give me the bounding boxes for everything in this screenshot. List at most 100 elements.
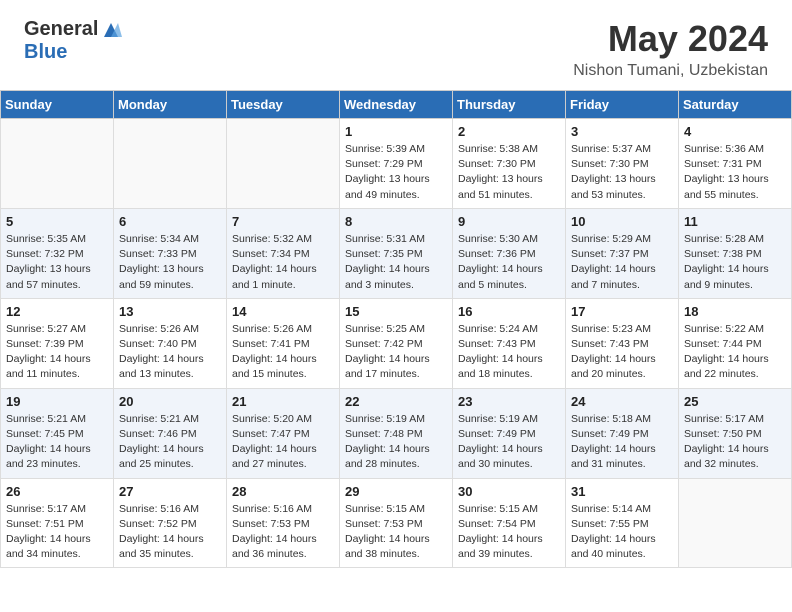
month-year-title: May 2024	[573, 18, 768, 60]
calendar-day-cell: 27 Sunrise: 5:16 AMSunset: 7:52 PMDayligh…	[114, 478, 227, 568]
day-of-week-header: Tuesday	[227, 91, 340, 119]
day-info: Sunrise: 5:24 AMSunset: 7:43 PMDaylight:…	[458, 322, 560, 383]
day-of-week-header: Friday	[566, 91, 679, 119]
day-info: Sunrise: 5:21 AMSunset: 7:46 PMDaylight:…	[119, 412, 221, 473]
calendar-day-cell	[114, 119, 227, 209]
calendar-day-cell: 4 Sunrise: 5:36 AMSunset: 7:31 PMDaylight…	[679, 119, 792, 209]
calendar-day-cell: 18 Sunrise: 5:22 AMSunset: 7:44 PMDayligh…	[679, 298, 792, 388]
calendar-week-row: 1 Sunrise: 5:39 AMSunset: 7:29 PMDaylight…	[1, 119, 792, 209]
day-info: Sunrise: 5:28 AMSunset: 7:38 PMDaylight:…	[684, 232, 786, 293]
calendar-day-cell: 22 Sunrise: 5:19 AMSunset: 7:48 PMDayligh…	[340, 388, 453, 478]
calendar-day-cell: 31Sunrise: 5:14 AMSunset: 7:55 PMDayligh…	[566, 478, 679, 568]
day-of-week-header: Wednesday	[340, 91, 453, 119]
calendar-day-cell: 16 Sunrise: 5:24 AMSunset: 7:43 PMDayligh…	[453, 298, 566, 388]
day-info: Sunrise: 5:37 AMSunset: 7:30 PMDaylight:…	[571, 142, 673, 203]
day-info: Sunrise: 5:30 AMSunset: 7:36 PMDaylight:…	[458, 232, 560, 293]
calendar-day-cell: 3 Sunrise: 5:37 AMSunset: 7:30 PMDaylight…	[566, 119, 679, 209]
day-of-week-header: Saturday	[679, 91, 792, 119]
day-number: 17	[571, 304, 673, 319]
logo: General Blue	[24, 18, 122, 64]
day-number: 15	[345, 304, 447, 319]
calendar-day-cell: 8 Sunrise: 5:31 AMSunset: 7:35 PMDaylight…	[340, 208, 453, 298]
day-number: 11	[684, 214, 786, 229]
calendar-week-row: 19Sunrise: 5:21 AMSunset: 7:45 PMDayligh…	[1, 388, 792, 478]
logo-general-text: General	[24, 18, 98, 41]
calendar-day-cell: 5 Sunrise: 5:35 AMSunset: 7:32 PMDaylight…	[1, 208, 114, 298]
logo-blue-text: Blue	[24, 41, 67, 64]
calendar-day-cell: 11 Sunrise: 5:28 AMSunset: 7:38 PMDayligh…	[679, 208, 792, 298]
calendar-day-cell: 24Sunrise: 5:18 AMSunset: 7:49 PMDayligh…	[566, 388, 679, 478]
day-number: 26	[6, 484, 108, 499]
calendar-day-cell: 30 Sunrise: 5:15 AMSunset: 7:54 PMDayligh…	[453, 478, 566, 568]
day-number: 16	[458, 304, 560, 319]
calendar-week-row: 26 Sunrise: 5:17 AMSunset: 7:51 PMDayligh…	[1, 478, 792, 568]
day-info: Sunrise: 5:23 AMSunset: 7:43 PMDaylight:…	[571, 322, 673, 383]
title-block: May 2024 Nishon Tumani, Uzbekistan	[573, 18, 768, 80]
calendar-day-cell: 10 Sunrise: 5:29 AMSunset: 7:37 PMDayligh…	[566, 208, 679, 298]
page-header: General Blue May 2024 Nishon Tumani, Uzb…	[0, 0, 792, 90]
day-number: 22	[345, 394, 447, 409]
calendar-day-cell: 26 Sunrise: 5:17 AMSunset: 7:51 PMDayligh…	[1, 478, 114, 568]
day-number: 5	[6, 214, 108, 229]
calendar-week-row: 12 Sunrise: 5:27 AMSunset: 7:39 PMDayligh…	[1, 298, 792, 388]
calendar-day-cell: 21Sunrise: 5:20 AMSunset: 7:47 PMDayligh…	[227, 388, 340, 478]
calendar-day-cell	[1, 119, 114, 209]
day-number: 28	[232, 484, 334, 499]
calendar-header-row: SundayMondayTuesdayWednesdayThursdayFrid…	[1, 91, 792, 119]
calendar-day-cell: 2 Sunrise: 5:38 AMSunset: 7:30 PMDaylight…	[453, 119, 566, 209]
day-info: Sunrise: 5:36 AMSunset: 7:31 PMDaylight:…	[684, 142, 786, 203]
day-info: Sunrise: 5:16 AMSunset: 7:53 PMDaylight:…	[232, 502, 334, 563]
day-info: Sunrise: 5:19 AMSunset: 7:49 PMDaylight:…	[458, 412, 560, 473]
calendar-day-cell: 7Sunrise: 5:32 AMSunset: 7:34 PMDaylight…	[227, 208, 340, 298]
day-info: Sunrise: 5:31 AMSunset: 7:35 PMDaylight:…	[345, 232, 447, 293]
day-info: Sunrise: 5:17 AMSunset: 7:51 PMDaylight:…	[6, 502, 108, 563]
day-of-week-header: Sunday	[1, 91, 114, 119]
day-number: 21	[232, 394, 334, 409]
calendar-table: SundayMondayTuesdayWednesdayThursdayFrid…	[0, 90, 792, 568]
day-info: Sunrise: 5:26 AMSunset: 7:41 PMDaylight:…	[232, 322, 334, 383]
calendar-day-cell: 13Sunrise: 5:26 AMSunset: 7:40 PMDayligh…	[114, 298, 227, 388]
day-info: Sunrise: 5:38 AMSunset: 7:30 PMDaylight:…	[458, 142, 560, 203]
day-info: Sunrise: 5:22 AMSunset: 7:44 PMDaylight:…	[684, 322, 786, 383]
day-number: 10	[571, 214, 673, 229]
day-number: 30	[458, 484, 560, 499]
day-info: Sunrise: 5:15 AMSunset: 7:53 PMDaylight:…	[345, 502, 447, 563]
day-info: Sunrise: 5:15 AMSunset: 7:54 PMDaylight:…	[458, 502, 560, 563]
day-info: Sunrise: 5:34 AMSunset: 7:33 PMDaylight:…	[119, 232, 221, 293]
day-info: Sunrise: 5:35 AMSunset: 7:32 PMDaylight:…	[6, 232, 108, 293]
day-number: 20	[119, 394, 221, 409]
day-number: 25	[684, 394, 786, 409]
location-subtitle: Nishon Tumani, Uzbekistan	[573, 62, 768, 80]
day-number: 3	[571, 124, 673, 139]
day-number: 8	[345, 214, 447, 229]
day-number: 23	[458, 394, 560, 409]
day-number: 18	[684, 304, 786, 319]
calendar-day-cell: 29 Sunrise: 5:15 AMSunset: 7:53 PMDayligh…	[340, 478, 453, 568]
calendar-day-cell: 14Sunrise: 5:26 AMSunset: 7:41 PMDayligh…	[227, 298, 340, 388]
day-number: 12	[6, 304, 108, 319]
day-number: 27	[119, 484, 221, 499]
calendar-day-cell: 28 Sunrise: 5:16 AMSunset: 7:53 PMDayligh…	[227, 478, 340, 568]
day-info: Sunrise: 5:39 AMSunset: 7:29 PMDaylight:…	[345, 142, 447, 203]
day-number: 6	[119, 214, 221, 229]
calendar-day-cell: 9Sunrise: 5:30 AMSunset: 7:36 PMDaylight…	[453, 208, 566, 298]
day-number: 2	[458, 124, 560, 139]
day-info: Sunrise: 5:26 AMSunset: 7:40 PMDaylight:…	[119, 322, 221, 383]
day-info: Sunrise: 5:16 AMSunset: 7:52 PMDaylight:…	[119, 502, 221, 563]
day-number: 31	[571, 484, 673, 499]
day-of-week-header: Thursday	[453, 91, 566, 119]
calendar-day-cell: 19Sunrise: 5:21 AMSunset: 7:45 PMDayligh…	[1, 388, 114, 478]
calendar-day-cell: 12 Sunrise: 5:27 AMSunset: 7:39 PMDayligh…	[1, 298, 114, 388]
day-info: Sunrise: 5:27 AMSunset: 7:39 PMDaylight:…	[6, 322, 108, 383]
calendar-week-row: 5 Sunrise: 5:35 AMSunset: 7:32 PMDaylight…	[1, 208, 792, 298]
day-info: Sunrise: 5:32 AMSunset: 7:34 PMDaylight:…	[232, 232, 334, 293]
day-info: Sunrise: 5:29 AMSunset: 7:37 PMDaylight:…	[571, 232, 673, 293]
day-number: 1	[345, 124, 447, 139]
day-number: 4	[684, 124, 786, 139]
day-number: 24	[571, 394, 673, 409]
day-of-week-header: Monday	[114, 91, 227, 119]
day-number: 19	[6, 394, 108, 409]
logo-icon	[100, 19, 122, 41]
day-number: 29	[345, 484, 447, 499]
day-info: Sunrise: 5:19 AMSunset: 7:48 PMDaylight:…	[345, 412, 447, 473]
